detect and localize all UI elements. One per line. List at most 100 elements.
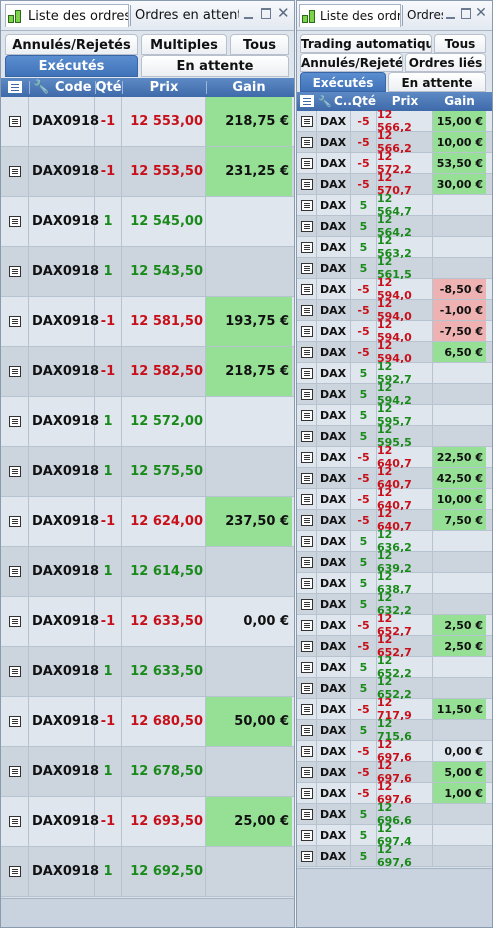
table-row[interactable]: DAX0918 -1 12 582,50 218,75 € xyxy=(1,347,294,397)
document-icon[interactable] xyxy=(8,316,21,327)
close-icon[interactable]: ✕ xyxy=(475,6,487,20)
document-icon[interactable] xyxy=(8,666,21,677)
document-icon[interactable] xyxy=(300,262,313,274)
document-icon[interactable] xyxy=(300,724,313,736)
document-icon[interactable] xyxy=(8,116,21,127)
header-qty-column[interactable]: Qté xyxy=(351,92,377,111)
document-icon[interactable] xyxy=(300,346,313,358)
header-gain-column[interactable]: Gain xyxy=(206,78,292,97)
table-row[interactable]: DAX0918 -1 12 553,50 231,25 € xyxy=(1,147,294,197)
document-icon[interactable] xyxy=(8,716,21,727)
header-code-label: Code xyxy=(55,80,92,95)
document-icon[interactable] xyxy=(8,866,21,877)
tab-trading-automatique[interactable]: Trading automatique xyxy=(300,34,432,53)
document-icon[interactable] xyxy=(8,566,21,577)
document-icon[interactable] xyxy=(300,199,313,211)
table-row[interactable]: DAX 5 12 697,6 xyxy=(297,843,492,869)
table-row[interactable]: DAX0918 1 12 575,50 xyxy=(1,447,294,497)
tab-en-attente[interactable]: En attente xyxy=(388,72,486,92)
document-icon[interactable] xyxy=(8,416,21,427)
header-gain-column[interactable]: Gain xyxy=(433,92,486,111)
document-icon[interactable] xyxy=(300,451,313,463)
row-document-cell xyxy=(297,468,317,488)
window-tab-ordres[interactable]: Ordres xyxy=(407,4,443,27)
table-row[interactable]: DAX0918 1 12 572,00 xyxy=(1,397,294,447)
tab-executes[interactable]: Exécutés xyxy=(300,72,386,92)
document-icon[interactable] xyxy=(300,367,313,379)
document-icon[interactable] xyxy=(300,304,313,316)
document-icon[interactable] xyxy=(300,829,313,841)
table-row[interactable]: DAX0918 1 12 678,50 xyxy=(1,747,294,797)
document-icon[interactable] xyxy=(8,166,21,177)
header-qty-column[interactable]: Qté xyxy=(95,78,122,97)
tab-multiples[interactable]: Multiples xyxy=(141,34,227,55)
document-icon[interactable] xyxy=(300,514,313,526)
document-icon[interactable] xyxy=(300,115,313,127)
document-icon[interactable] xyxy=(300,241,313,253)
minimize-icon[interactable] xyxy=(445,7,457,20)
tab-annules-rejetes[interactable]: Annulés/Rejetés xyxy=(5,34,138,55)
document-icon[interactable] xyxy=(300,472,313,484)
document-icon[interactable] xyxy=(300,598,313,610)
document-icon[interactable] xyxy=(8,366,21,377)
document-icon[interactable] xyxy=(300,325,313,337)
table-row[interactable]: DAX0918 1 12 543,50 xyxy=(1,247,294,297)
document-icon[interactable] xyxy=(300,766,313,778)
document-icon[interactable] xyxy=(300,136,313,148)
document-icon[interactable] xyxy=(300,430,313,442)
document-icon[interactable] xyxy=(300,640,313,652)
table-row[interactable]: DAX0918 -1 12 581,50 193,75 € xyxy=(1,297,294,347)
document-icon[interactable] xyxy=(300,703,313,715)
document-icon[interactable] xyxy=(300,535,313,547)
document-icon[interactable] xyxy=(300,388,313,400)
document-icon[interactable] xyxy=(300,556,313,568)
table-row[interactable]: DAX0918 1 12 545,00 xyxy=(1,197,294,247)
tab-annules-rejetes[interactable]: Annulés/Rejetés xyxy=(300,53,403,72)
close-icon[interactable]: ✕ xyxy=(277,6,290,21)
document-icon[interactable] xyxy=(300,577,313,589)
header-price-column[interactable]: Prix xyxy=(122,78,206,97)
document-icon[interactable] xyxy=(300,787,313,799)
table-row[interactable]: DAX0918 1 12 633,50 xyxy=(1,647,294,697)
document-icon[interactable] xyxy=(8,766,21,777)
table-row[interactable]: DAX0918 -1 12 633,50 0,00 € xyxy=(1,597,294,647)
document-icon[interactable] xyxy=(8,616,21,627)
window-tab-liste-des-ordres[interactable]: Liste des ordres xyxy=(299,4,401,27)
table-row[interactable]: DAX0918 -1 12 693,50 25,00 € xyxy=(1,797,294,847)
table-row[interactable]: DAX0918 -1 12 624,00 237,50 € xyxy=(1,497,294,547)
tab-en-attente[interactable]: En attente xyxy=(141,55,289,77)
document-icon[interactable] xyxy=(300,619,313,631)
window-tab-ordres-en-attente[interactable]: Ordres en attente xyxy=(135,4,239,27)
document-icon[interactable] xyxy=(300,409,313,421)
maximize-icon[interactable] xyxy=(460,7,472,20)
tab-ordres-lies[interactable]: Ordres liés xyxy=(405,53,486,72)
document-icon[interactable] xyxy=(300,850,313,862)
maximize-icon[interactable] xyxy=(260,7,272,20)
document-icon[interactable] xyxy=(300,493,313,505)
document-icon[interactable] xyxy=(8,216,21,227)
table-row[interactable]: DAX0918 -1 12 553,00 218,75 € xyxy=(1,97,294,147)
table-row[interactable]: DAX0918 1 12 614,50 xyxy=(1,547,294,597)
document-icon[interactable] xyxy=(300,808,313,820)
minimize-icon[interactable] xyxy=(243,7,255,20)
window-tab-liste-des-ordres[interactable]: Liste des ordres xyxy=(5,4,129,27)
order-code: DAX0918 xyxy=(29,447,99,496)
tab-tous[interactable]: Tous xyxy=(434,34,486,53)
document-icon[interactable] xyxy=(8,816,21,827)
order-quantity: 5 xyxy=(351,825,377,845)
tab-executes[interactable]: Exécutés xyxy=(5,55,138,77)
tab-tous[interactable]: Tous xyxy=(230,34,289,55)
document-icon[interactable] xyxy=(300,283,313,295)
document-icon[interactable] xyxy=(300,745,313,757)
document-icon[interactable] xyxy=(8,516,21,527)
document-icon[interactable] xyxy=(300,661,313,673)
document-icon[interactable] xyxy=(300,178,313,190)
document-icon[interactable] xyxy=(300,682,313,694)
table-row[interactable]: DAX0918 1 12 692,50 xyxy=(1,847,294,897)
document-icon[interactable] xyxy=(8,266,21,277)
document-icon[interactable] xyxy=(8,466,21,477)
app-icon xyxy=(7,8,23,24)
document-icon[interactable] xyxy=(300,220,313,232)
document-icon[interactable] xyxy=(300,157,313,169)
table-row[interactable]: DAX0918 -1 12 680,50 50,00 € xyxy=(1,697,294,747)
